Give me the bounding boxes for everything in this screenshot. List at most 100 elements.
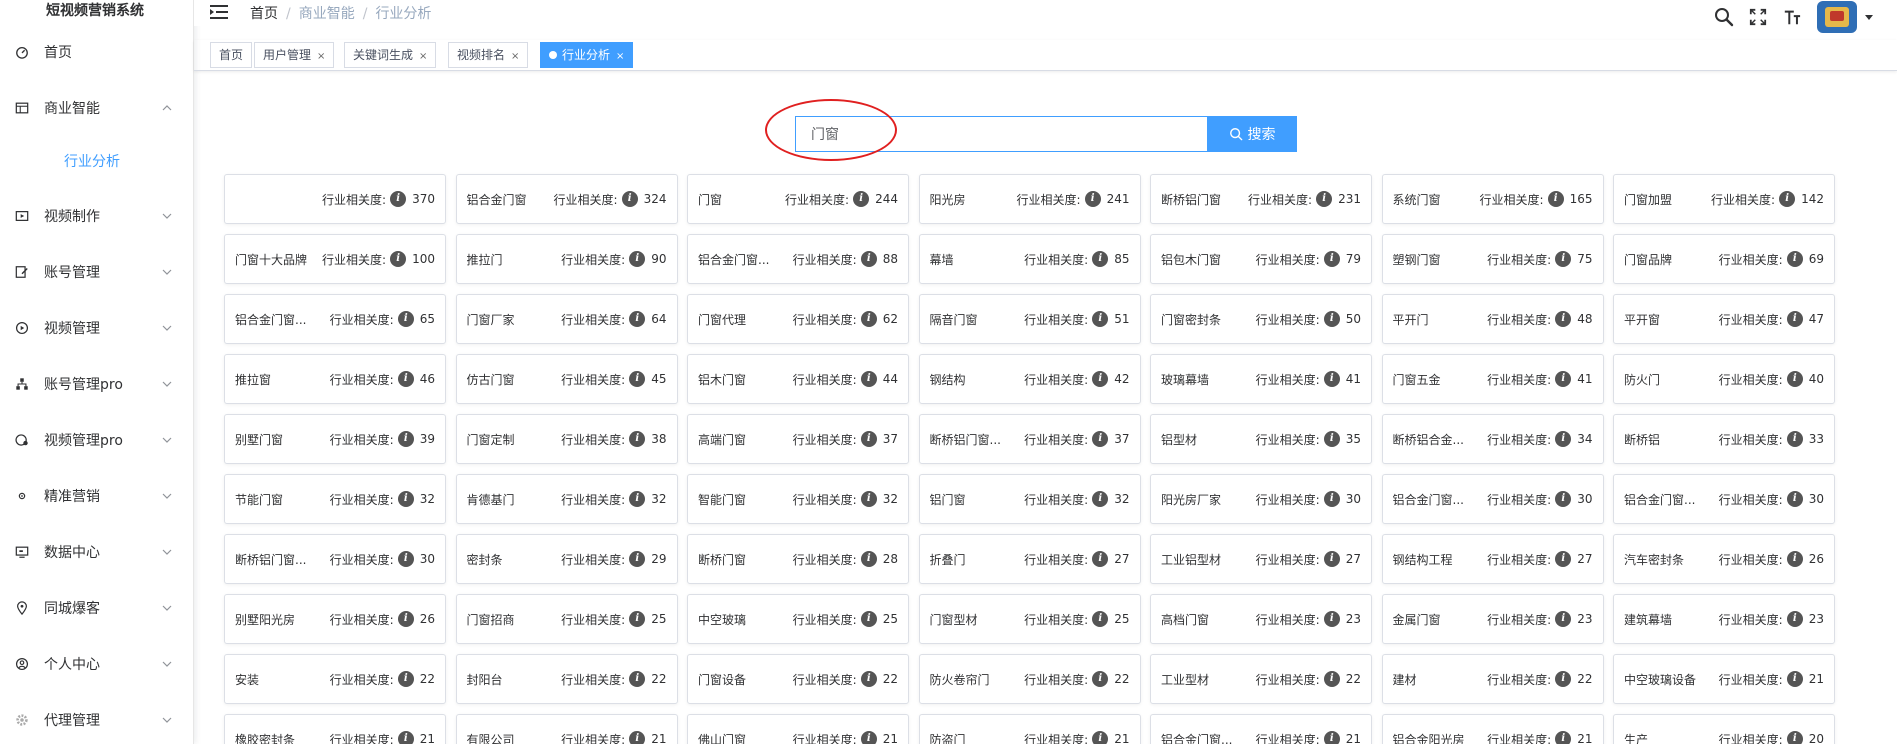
keyword-card[interactable]: 隔音门窗 行业相关度: i 51: [918, 294, 1141, 344]
keyword-card[interactable]: 佛山门窗 行业相关度: i 21: [687, 714, 909, 744]
sidebar-item[interactable]: 商业智能: [0, 80, 193, 136]
keyword-card[interactable]: 铝合金门窗... 行业相关度: i 30: [1613, 474, 1835, 524]
keyword-card[interactable]: 橡胶密封条 行业相关度: i 21: [224, 714, 446, 744]
keyword-card[interactable]: 铝合金阳光房 行业相关度: i 21: [1381, 714, 1604, 744]
keyword-card[interactable]: 断桥铝合金... 行业相关度: i 34: [1381, 414, 1604, 464]
keyword-card[interactable]: 建筑幕墙 行业相关度: i 23: [1613, 594, 1835, 644]
keyword-card[interactable]: 建材 行业相关度: i 22: [1381, 654, 1604, 704]
sidebar-item[interactable]: 代理管理: [0, 692, 193, 744]
font-size-icon[interactable]: [1781, 6, 1803, 28]
keyword-card[interactable]: 门窗 行业相关度: i 244: [687, 174, 909, 224]
keyword-card[interactable]: 门窗型材 行业相关度: i 25: [918, 594, 1141, 644]
keyword-card[interactable]: 门窗品牌 行业相关度: i 69: [1613, 234, 1835, 284]
keyword-card[interactable]: 推拉窗 行业相关度: i 46: [224, 354, 446, 404]
keyword-card[interactable]: 金属门窗 行业相关度: i 23: [1381, 594, 1604, 644]
sidebar-item[interactable]: 账号管理pro: [0, 356, 193, 412]
keyword-card[interactable]: 防盗门 行业相关度: i 21: [918, 714, 1141, 744]
close-icon[interactable]: ×: [616, 51, 624, 62]
keyword-card[interactable]: 折叠门 行业相关度: i 27: [918, 534, 1141, 584]
keyword-card[interactable]: 生产 行业相关度: i 20: [1613, 714, 1835, 744]
tag-item[interactable]: 视频排名 ×: [448, 42, 529, 68]
keyword-card[interactable]: 门窗代理 行业相关度: i 62: [687, 294, 909, 344]
keyword-card[interactable]: 密封条 行业相关度: i 29: [455, 534, 678, 584]
keyword-card[interactable]: 断桥铝门窗 行业相关度: i 231: [1150, 174, 1372, 224]
close-icon[interactable]: ×: [511, 51, 519, 62]
keyword-card[interactable]: 高档门窗 行业相关度: i 23: [1150, 594, 1372, 644]
keyword-card[interactable]: 门窗设备 行业相关度: i 22: [687, 654, 909, 704]
hamburger-icon[interactable]: [210, 4, 228, 20]
keyword-card[interactable]: 封阳台 行业相关度: i 22: [455, 654, 678, 704]
keyword-card[interactable]: 中空玻璃设备 行业相关度: i 21: [1613, 654, 1835, 704]
keyword-card[interactable]: 断桥铝门窗... 行业相关度: i 37: [918, 414, 1141, 464]
keyword-card[interactable]: 铝包木门窗 行业相关度: i 79: [1150, 234, 1372, 284]
keyword-card[interactable]: 仿古门窗 行业相关度: i 45: [455, 354, 678, 404]
search-input[interactable]: [795, 116, 1207, 152]
keyword-card[interactable]: 高端门窗 行业相关度: i 37: [687, 414, 909, 464]
keyword-card[interactable]: 门窗加盟 行业相关度: i 142: [1613, 174, 1835, 224]
keyword-card[interactable]: 门窗厂家 行业相关度: i 64: [455, 294, 678, 344]
keyword-card[interactable]: 断桥铝 行业相关度: i 33: [1613, 414, 1835, 464]
keyword-card[interactable]: 铝门窗 行业相关度: i 32: [918, 474, 1141, 524]
keyword-card[interactable]: 防火门 行业相关度: i 40: [1613, 354, 1835, 404]
keyword-card[interactable]: 中空玻璃 行业相关度: i 25: [687, 594, 909, 644]
close-icon[interactable]: ×: [317, 51, 325, 62]
sidebar-item[interactable]: 数据中心: [0, 524, 193, 580]
keyword-card[interactable]: 推拉门 行业相关度: i 90: [455, 234, 678, 284]
keyword-card[interactable]: 门窗密封条 行业相关度: i 50: [1150, 294, 1372, 344]
sidebar-item[interactable]: 同城爆客: [0, 580, 193, 636]
keyword-card[interactable]: 防火卷帘门 行业相关度: i 22: [918, 654, 1141, 704]
sidebar-item[interactable]: 精准营销: [0, 468, 193, 524]
keyword-card[interactable]: 阳光房 行业相关度: i 241: [918, 174, 1141, 224]
keyword-card[interactable]: 安装 行业相关度: i 22: [224, 654, 446, 704]
keyword-card[interactable]: 铝合金门窗... 行业相关度: i 88: [687, 234, 909, 284]
keyword-card[interactable]: 铝合金门窗 行业相关度: i 324: [455, 174, 678, 224]
keyword-card[interactable]: 智能门窗 行业相关度: i 32: [687, 474, 909, 524]
search-icon[interactable]: [1713, 6, 1735, 28]
keyword-card[interactable]: 塑钢门窗 行业相关度: i 75: [1381, 234, 1604, 284]
sidebar-item[interactable]: 个人中心: [0, 636, 193, 692]
keyword-card[interactable]: 铝合金门窗... 行业相关度: i 65: [224, 294, 446, 344]
keyword-card[interactable]: 门窗十大品牌 行业相关度: i 100: [224, 234, 446, 284]
keyword-card[interactable]: 玻璃幕墙 行业相关度: i 41: [1150, 354, 1372, 404]
keyword-card[interactable]: 节能门窗 行业相关度: i 32: [224, 474, 446, 524]
search-button[interactable]: 搜索: [1207, 116, 1297, 152]
avatar[interactable]: [1817, 1, 1857, 33]
keyword-card[interactable]: 有限公司 行业相关度: i 21: [455, 714, 678, 744]
keyword-card[interactable]: 阳光房厂家 行业相关度: i 30: [1150, 474, 1372, 524]
keyword-card[interactable]: 铝合金门窗... 行业相关度: i 30: [1381, 474, 1604, 524]
sidebar-subitem-active[interactable]: 行业分析: [0, 136, 193, 188]
sidebar-item[interactable]: 视频管理pro: [0, 412, 193, 468]
keyword-card[interactable]: 肯德基门 行业相关度: i 32: [455, 474, 678, 524]
keyword-card[interactable]: 平开门 行业相关度: i 48: [1381, 294, 1604, 344]
tag-item[interactable]: 行业分析 ×: [540, 42, 634, 68]
keyword-card[interactable]: 汽车密封条 行业相关度: i 26: [1613, 534, 1835, 584]
keyword-card[interactable]: 工业型材 行业相关度: i 22: [1150, 654, 1372, 704]
keyword-card[interactable]: 平开窗 行业相关度: i 47: [1613, 294, 1835, 344]
keyword-card[interactable]: 铝型材 行业相关度: i 35: [1150, 414, 1372, 464]
keyword-card[interactable]: 断桥门窗 行业相关度: i 28: [687, 534, 909, 584]
tag-item[interactable]: 用户管理 ×: [254, 42, 335, 68]
sidebar-item[interactable]: 首页: [0, 24, 193, 80]
keyword-card[interactable]: 铝木门窗 行业相关度: i 44: [687, 354, 909, 404]
keyword-card[interactable]: 工业铝型材 行业相关度: i 27: [1150, 534, 1372, 584]
sidebar-item[interactable]: 视频管理: [0, 300, 193, 356]
close-icon[interactable]: ×: [419, 51, 427, 62]
tag-item[interactable]: 关键词生成 ×: [344, 42, 437, 68]
keyword-card[interactable]: 别墅阳光房 行业相关度: i 26: [224, 594, 446, 644]
keyword-card[interactable]: 幕墙 行业相关度: i 85: [918, 234, 1141, 284]
breadcrumb-item[interactable]: 首页: [250, 6, 278, 22]
keyword-card[interactable]: 钢结构工程 行业相关度: i 27: [1381, 534, 1604, 584]
keyword-card[interactable]: 系统门窗 行业相关度: i 165: [1381, 174, 1604, 224]
keyword-card[interactable]: 门窗招商 行业相关度: i 25: [455, 594, 678, 644]
keyword-card[interactable]: 铝合金门窗... 行业相关度: i 21: [1150, 714, 1372, 744]
sidebar-item[interactable]: 账号管理: [0, 244, 193, 300]
keyword-card[interactable]: 别墅门窗 行业相关度: i 39: [224, 414, 446, 464]
caret-down-icon[interactable]: [1865, 14, 1873, 20]
keyword-card[interactable]: 断桥铝门窗... 行业相关度: i 30: [224, 534, 446, 584]
tag-item[interactable]: 首页: [210, 42, 253, 68]
keyword-card[interactable]: 钢结构 行业相关度: i 42: [918, 354, 1141, 404]
sidebar-item[interactable]: 视频制作: [0, 188, 193, 244]
keyword-card[interactable]: 门窗定制 行业相关度: i 38: [455, 414, 678, 464]
keyword-card[interactable]: 行业相关度: i 370: [224, 174, 446, 224]
fullscreen-icon[interactable]: [1747, 6, 1769, 28]
